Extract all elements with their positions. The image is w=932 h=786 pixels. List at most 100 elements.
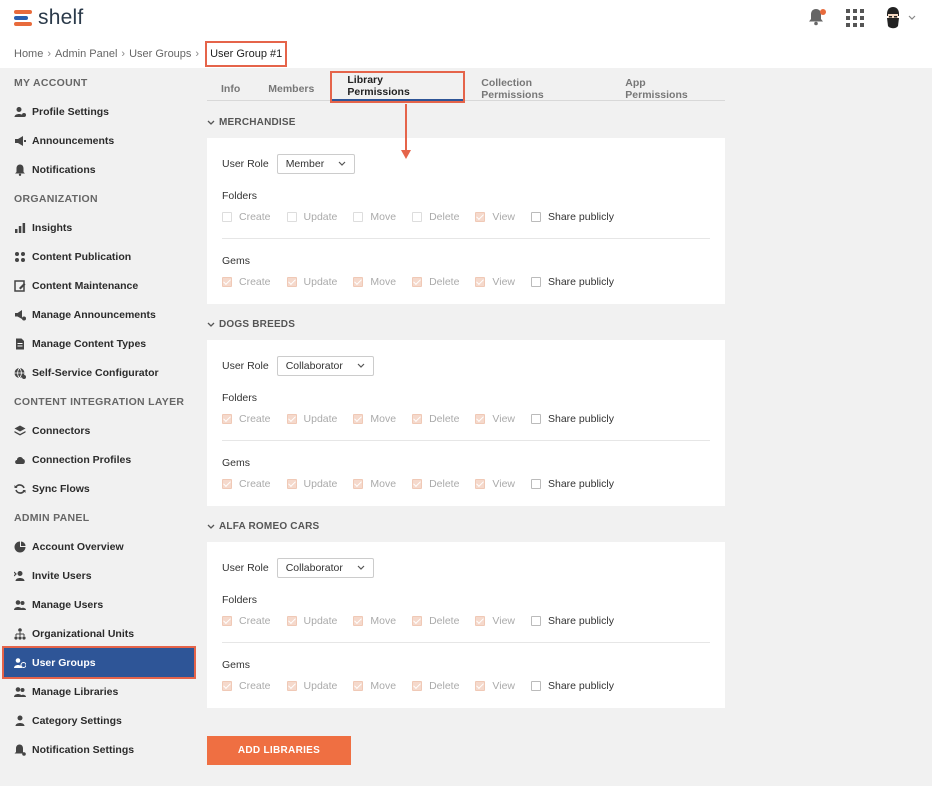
sidebar-item-connectors[interactable]: Connectors bbox=[0, 416, 200, 445]
sidebar-item-label: Manage Announcements bbox=[32, 308, 156, 321]
sidebar-item-category-settings[interactable]: Category Settings bbox=[0, 706, 200, 735]
tab-library-permissions[interactable]: Library Permissions bbox=[330, 71, 466, 103]
sidebar-item-content-maintenance[interactable]: Content Maintenance bbox=[0, 271, 200, 300]
permission-checkbox[interactable] bbox=[531, 414, 541, 424]
add-libraries-button[interactable]: ADD LIBRARIES bbox=[207, 736, 351, 765]
permission-row: Create Update Move Delete View Share publicly bbox=[222, 413, 630, 425]
permission-label: View bbox=[492, 478, 515, 490]
sidebar-item-user-groups[interactable]: User Groups bbox=[2, 646, 196, 679]
permission-delete: Delete bbox=[412, 413, 459, 425]
org-chart-icon bbox=[14, 627, 26, 640]
sidebar-item-organizational-units[interactable]: Organizational Units bbox=[0, 619, 200, 648]
permission-checkbox bbox=[286, 479, 297, 489]
chevron-down-icon bbox=[207, 120, 215, 125]
permission-update: Update bbox=[286, 680, 337, 692]
permission-checkbox[interactable] bbox=[531, 277, 541, 287]
sidebar-item-manage-content-types[interactable]: Manage Content Types bbox=[0, 329, 200, 358]
permission-share-publicly[interactable]: Share publicly bbox=[531, 413, 614, 425]
permission-label: Update bbox=[303, 478, 338, 490]
permission-share-publicly[interactable]: Share publicly bbox=[531, 478, 614, 490]
sidebar-item-content-publication[interactable]: Content Publication bbox=[0, 242, 200, 271]
library-section-header[interactable]: DOGS BREEDS bbox=[207, 319, 295, 330]
tab-collection-permissions[interactable]: Collection Permissions bbox=[467, 77, 611, 101]
permission-checkbox[interactable] bbox=[531, 681, 541, 691]
bell-icon bbox=[14, 164, 26, 176]
breadcrumb-current: User Group #1 bbox=[205, 41, 288, 67]
users-icon bbox=[14, 599, 26, 611]
permission-move: Move bbox=[353, 615, 396, 627]
breadcrumb-home[interactable]: Home bbox=[14, 48, 43, 60]
permission-label: Share publicly bbox=[548, 211, 614, 223]
user-avatar-menu[interactable] bbox=[884, 6, 916, 30]
permission-checkbox bbox=[222, 681, 232, 691]
user-role-select[interactable]: Collaborator bbox=[276, 356, 374, 376]
sidebar-item-manage-announcements[interactable]: Manage Announcements bbox=[0, 300, 200, 329]
sidebar-item-announcements[interactable]: Announcements bbox=[0, 126, 200, 155]
permission-label: Share publicly bbox=[548, 478, 614, 490]
permission-checkbox bbox=[222, 277, 232, 287]
breadcrumb: Home › Admin Panel › User Groups › User … bbox=[14, 40, 288, 68]
sidebar-item-manage-users[interactable]: Manage Users bbox=[0, 590, 200, 619]
permission-move: Move bbox=[353, 478, 396, 490]
megaphone-gear-icon bbox=[14, 309, 26, 321]
permission-share-publicly[interactable]: Share publicly bbox=[531, 276, 614, 288]
shelf-logo[interactable]: shelf bbox=[14, 6, 83, 30]
permission-checkbox bbox=[222, 212, 232, 222]
sidebar-item-invite-users[interactable]: Invite Users bbox=[0, 561, 200, 590]
library-section-header[interactable]: ALFA ROMEO CARS bbox=[207, 521, 319, 532]
sync-icon bbox=[14, 483, 26, 495]
permission-row: Create Update Move Delete View Share publicly bbox=[222, 276, 630, 288]
breadcrumb-user-groups[interactable]: User Groups bbox=[129, 48, 191, 60]
permission-label: Delete bbox=[429, 680, 460, 692]
cloud-icon bbox=[14, 454, 26, 466]
shelf-logo-icon bbox=[14, 9, 34, 27]
permission-checkbox bbox=[412, 616, 423, 626]
sidebar-item-manage-libraries[interactable]: Manage Libraries bbox=[0, 677, 200, 706]
sidebar-item-sync-flows[interactable]: Sync Flows bbox=[0, 474, 200, 503]
sidebar-item-label: Organizational Units bbox=[32, 627, 135, 640]
sidebar-item-connection-profiles[interactable]: Connection Profiles bbox=[0, 445, 200, 474]
library-name: MERCHANDISE bbox=[219, 117, 296, 128]
permission-checkbox[interactable] bbox=[531, 212, 541, 222]
permission-label: View bbox=[492, 413, 515, 425]
breadcrumb-admin-panel[interactable]: Admin Panel bbox=[55, 48, 117, 60]
layers-icon bbox=[14, 425, 26, 437]
user-role-select[interactable]: Collaborator bbox=[276, 558, 374, 578]
sidebar-item-profile-settings[interactable]: Profile Settings bbox=[0, 97, 200, 126]
permission-label: Move bbox=[370, 615, 397, 627]
notifications-bell-icon[interactable] bbox=[808, 8, 826, 28]
permission-checkbox[interactable] bbox=[531, 616, 541, 626]
apps-grid-icon[interactable] bbox=[846, 9, 864, 27]
permission-move: Move bbox=[353, 680, 396, 692]
permission-label: Share publicly bbox=[548, 276, 614, 288]
permission-checkbox[interactable] bbox=[531, 479, 541, 489]
chevron-down-icon bbox=[908, 15, 916, 20]
dots-grid-icon bbox=[14, 251, 26, 263]
top-header: shelf bbox=[0, 0, 932, 36]
user-role-select[interactable]: Member bbox=[276, 154, 356, 174]
tab-members[interactable]: Members bbox=[254, 77, 328, 101]
annotation-arrow-icon bbox=[401, 104, 411, 159]
sidebar-item-account-overview[interactable]: Account Overview bbox=[0, 532, 200, 561]
permission-share-publicly[interactable]: Share publicly bbox=[531, 680, 614, 692]
sidebar-item-insights[interactable]: Insights bbox=[0, 213, 200, 242]
permission-row: Create Update Move Delete View Share publicly bbox=[222, 680, 630, 692]
sidebar-item-notification-settings[interactable]: Notification Settings bbox=[0, 735, 200, 764]
permission-share-publicly[interactable]: Share publicly bbox=[531, 615, 614, 627]
permission-label: Delete bbox=[429, 478, 460, 490]
sidebar-item-notifications[interactable]: Notifications bbox=[0, 155, 200, 184]
tab-app-permissions[interactable]: App Permissions bbox=[611, 77, 725, 101]
tab-info[interactable]: Info bbox=[207, 77, 254, 101]
permission-row: Create Update Move Delete View Share publicly bbox=[222, 478, 630, 490]
user-gear-icon bbox=[14, 106, 26, 118]
permission-share-publicly[interactable]: Share publicly bbox=[531, 211, 614, 223]
sidebar-item-label: Account Overview bbox=[32, 540, 124, 553]
sidebar-item-label: Manage Content Types bbox=[32, 337, 147, 350]
permission-label: Delete bbox=[429, 413, 460, 425]
gems-label: Gems bbox=[222, 659, 251, 671]
sidebar-item-self-service-configurator[interactable]: Self-Service Configurator bbox=[0, 358, 200, 387]
library-section-header[interactable]: MERCHANDISE bbox=[207, 117, 296, 128]
sidebar-item-label: Announcements bbox=[32, 134, 115, 147]
logo-text: shelf bbox=[38, 6, 84, 29]
permission-checkbox bbox=[475, 414, 486, 424]
